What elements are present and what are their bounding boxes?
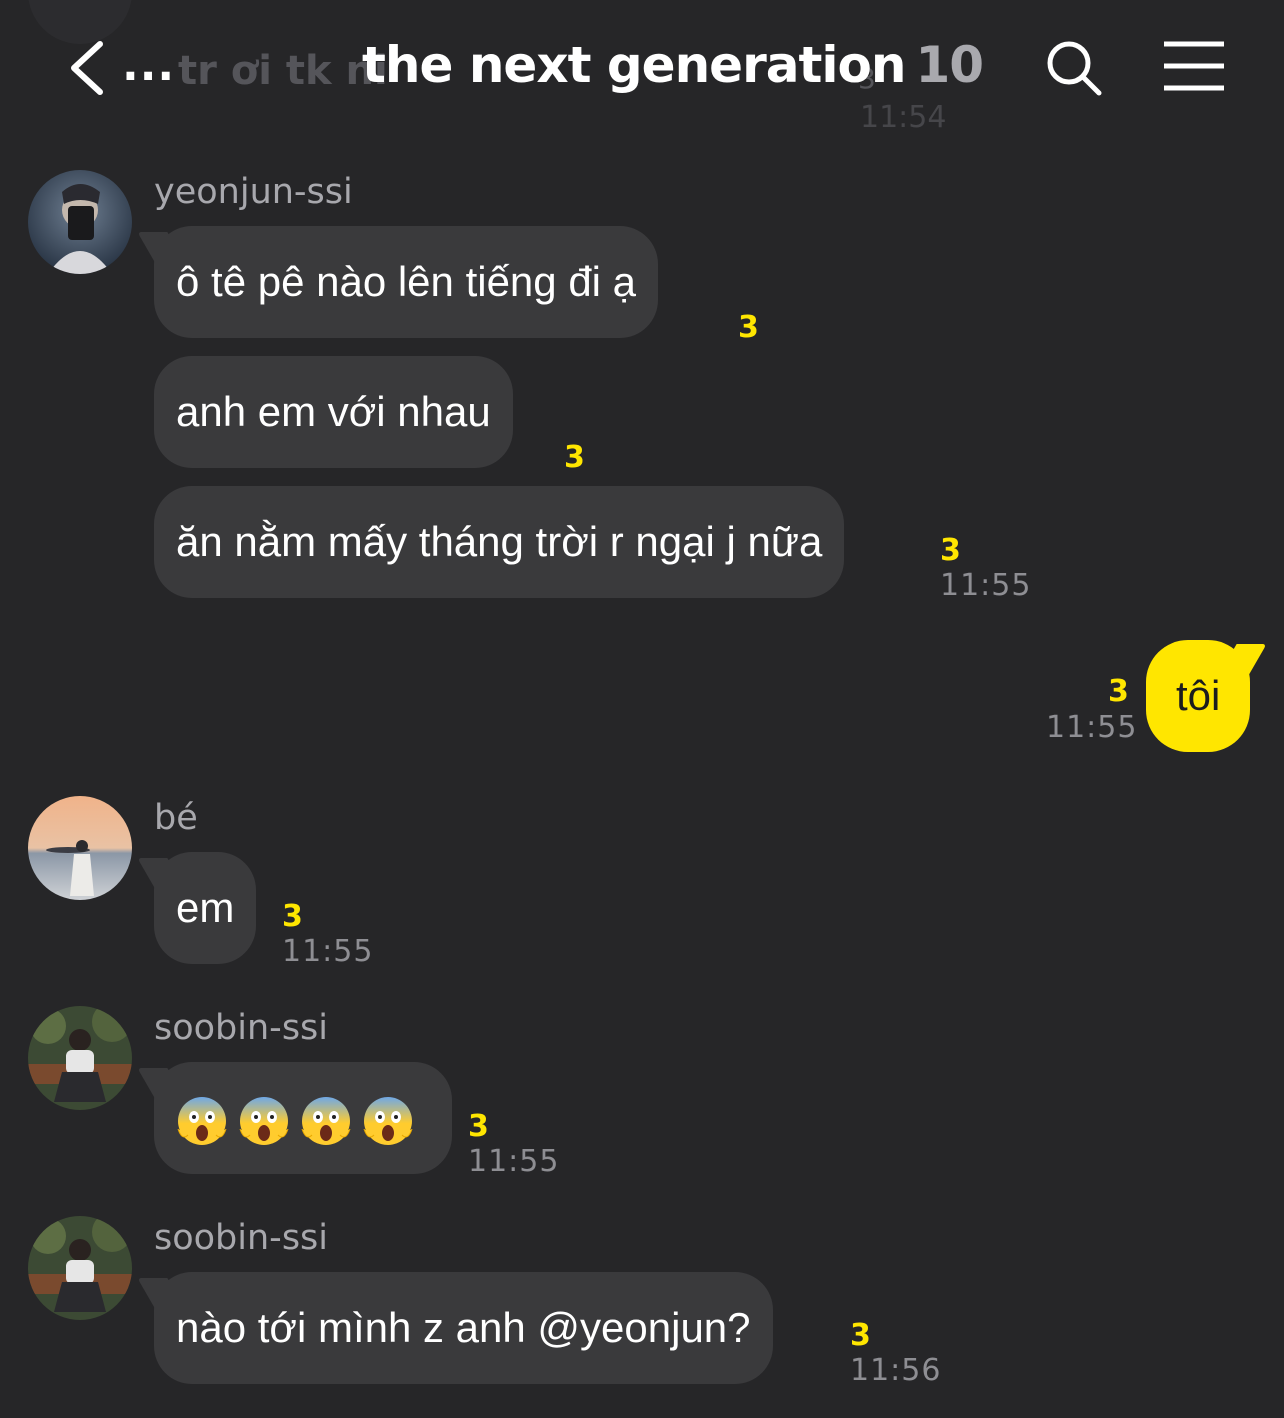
sender-name: bé	[154, 798, 198, 838]
menu-button[interactable]	[1162, 40, 1226, 92]
sender-name: yeonjun-ssi	[154, 172, 353, 212]
message-timestamp: 11:55	[468, 1144, 560, 1179]
sender-name: soobin-ssi	[154, 1218, 329, 1258]
avatar[interactable]	[28, 1216, 132, 1320]
message-timestamp: 11:55	[282, 934, 374, 969]
unread-count: 3	[468, 1109, 489, 1144]
unread-count: 3	[564, 440, 585, 475]
member-count: 10	[915, 36, 984, 94]
back-button[interactable]: ...	[66, 36, 176, 100]
message-text: anh em với nhau	[176, 388, 491, 435]
avatar[interactable]	[28, 796, 132, 900]
unread-count: 3	[738, 310, 759, 345]
message-timestamp: 11:55	[940, 568, 1032, 603]
face-screaming-in-fear-icon	[239, 1096, 289, 1145]
unread-count: 3	[850, 1318, 871, 1353]
message-bubble[interactable]: em	[154, 852, 257, 964]
message-bubble[interactable]: ăn nằm mấy tháng trời r ngại j nữa	[154, 486, 845, 598]
sender-name: soobin-ssi	[154, 1008, 329, 1048]
face-screaming-in-fear-icon	[363, 1096, 413, 1145]
message-bubble[interactable]: anh em với nhau	[154, 356, 513, 468]
user-photo-icon	[28, 1216, 132, 1320]
unread-count: 3	[940, 533, 961, 568]
message-text: nào tới mình z anh @yeonjun?	[176, 1304, 751, 1351]
message-text: tôi	[1176, 672, 1221, 719]
face-screaming-in-fear-icon	[177, 1096, 227, 1145]
message-timestamp: 11:56	[850, 1353, 942, 1388]
avatar[interactable]	[28, 1006, 132, 1110]
user-photo-icon	[28, 170, 132, 274]
message-bubble[interactable]: nào tới mình z anh @yeonjun?	[154, 1272, 773, 1384]
hamburger-menu-icon	[1164, 41, 1224, 91]
message-text: em	[176, 884, 235, 931]
previous-message-preview: tr ơi tk ni	[178, 48, 388, 94]
face-screaming-in-fear-icon	[301, 1096, 351, 1145]
chat-title-text: the next generation	[362, 36, 906, 94]
search-button[interactable]	[1044, 38, 1104, 98]
chat-title: the next generation 10	[362, 36, 984, 94]
message-text: ăn nằm mấy tháng trời r ngại j nữa	[176, 518, 823, 565]
chevron-left-icon	[71, 41, 103, 95]
unread-count: 3	[1108, 674, 1129, 709]
message-text: ô tê pê nào lên tiếng đi ạ	[176, 258, 637, 305]
unread-count: 3	[282, 899, 303, 934]
message-timestamp: 11:55	[1046, 710, 1138, 745]
message-bubble[interactable]: ô tê pê nào lên tiếng đi ạ	[154, 226, 659, 338]
back-ellipsis: ...	[122, 40, 176, 91]
user-photo-icon	[28, 796, 132, 900]
message-bubble[interactable]	[154, 1062, 452, 1174]
avatar[interactable]	[28, 170, 132, 274]
my-message-bubble[interactable]: tôi	[1146, 640, 1251, 752]
search-icon	[1047, 41, 1102, 96]
previous-timestamp: 11:54	[860, 100, 947, 135]
user-photo-icon	[28, 1006, 132, 1110]
